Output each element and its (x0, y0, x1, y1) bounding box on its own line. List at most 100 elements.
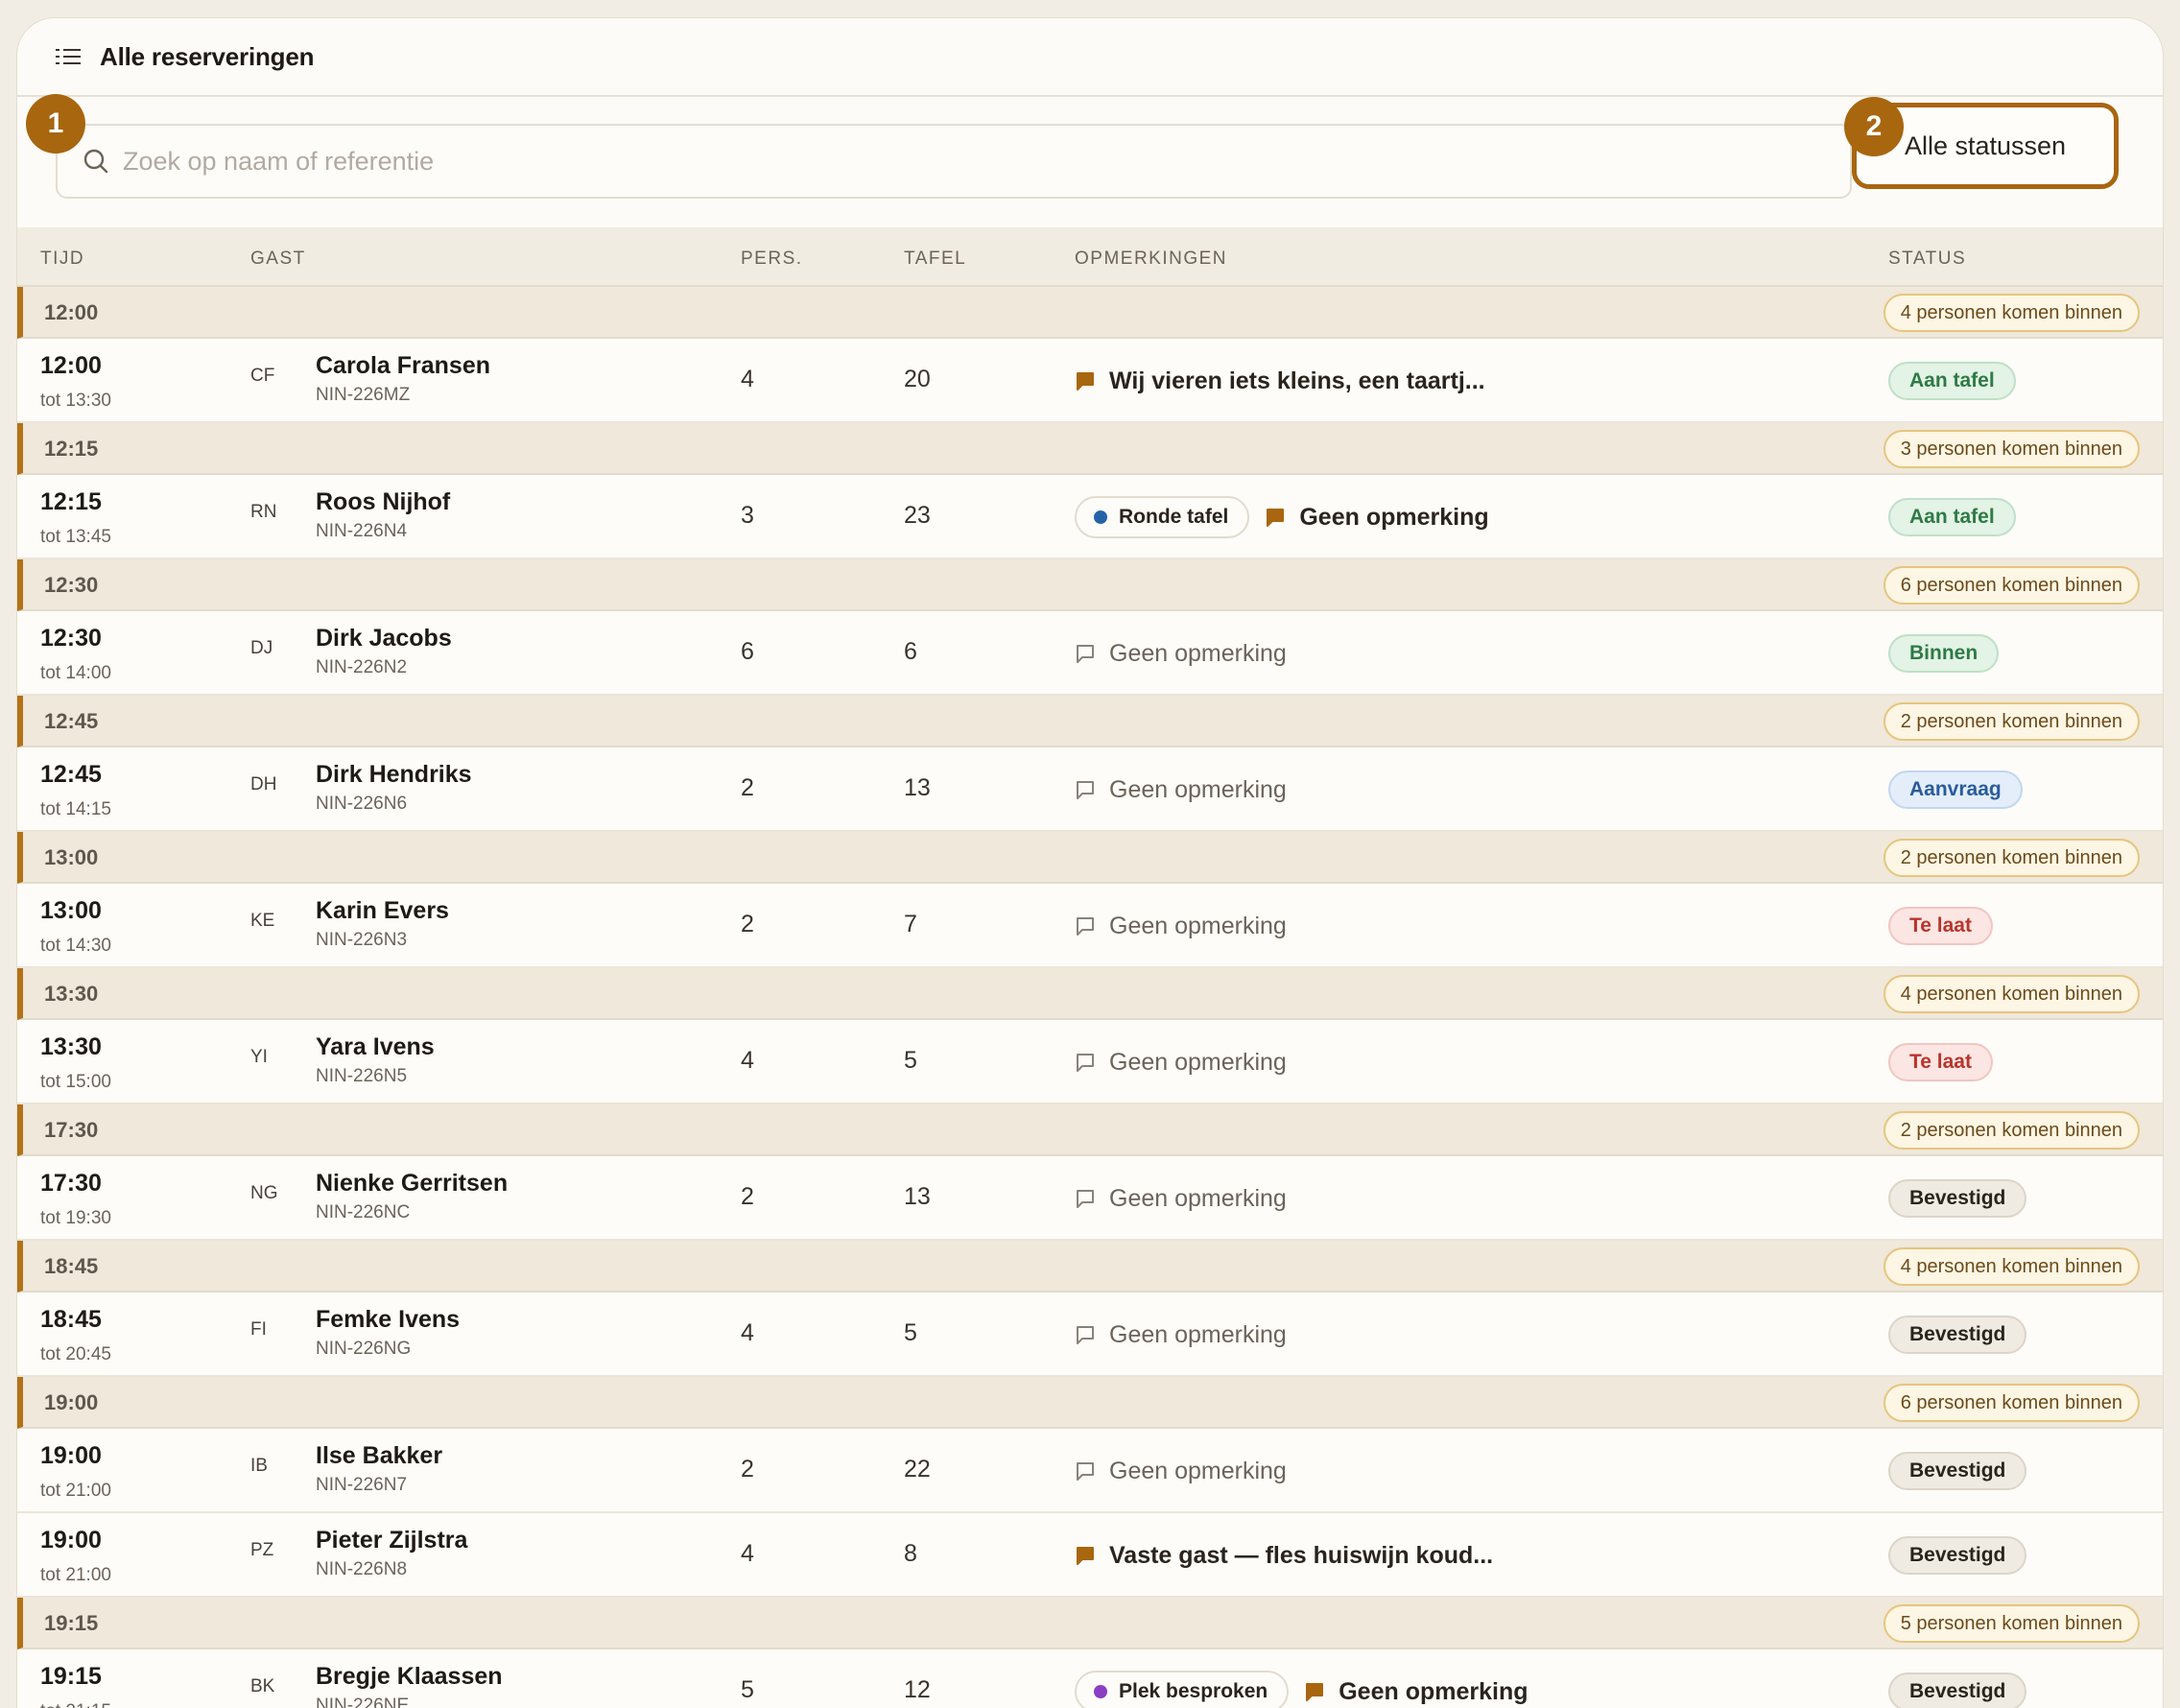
party-size: 2 (741, 774, 754, 801)
status-badge[interactable]: Bevestigd (1888, 1179, 2027, 1218)
notes-cell[interactable]: Geen opmerking (1075, 630, 1287, 676)
notes-cell[interactable]: Geen opmerking (1075, 1312, 1287, 1358)
guest-name: Karin Evers (316, 897, 449, 924)
list-icon (56, 47, 81, 66)
note-empty-icon (1075, 1052, 1096, 1073)
note-filled-icon (1075, 1545, 1096, 1566)
reservations-card: Alle reserveringen TIJD GAST PERS. TAFEL… (16, 17, 2164, 1708)
notes-cell[interactable]: Geen opmerking (1075, 903, 1287, 949)
group-time: 13:00 (44, 845, 99, 869)
column-header-status: STATUS (1888, 249, 1967, 269)
status-badge[interactable]: Aanvraag (1888, 771, 2023, 809)
column-header-guest: GAST (250, 249, 306, 269)
reservation-time: 19:00 (40, 1442, 102, 1469)
notes-cell[interactable]: Ronde tafel Geen opmerking (1075, 494, 1489, 540)
party-size: 6 (741, 638, 754, 665)
tag-dot-icon (1094, 510, 1107, 524)
guest-name: Roos Nijhof (316, 488, 451, 515)
table-row[interactable]: 12:45 tot 14:15 DH Dirk Hendriks NIN-226N6 2 1… (17, 747, 2163, 832)
table-row[interactable]: 19:00 tot 21:00 PZ Pieter Zijlstra NIN-226N8… (17, 1513, 2163, 1598)
reservation-time: 12:30 (40, 625, 102, 652)
table-row[interactable]: 12:30 tot 14:00 DJ Dirk Jacobs NIN-226N2 6 6 Ge… (17, 611, 2163, 696)
notes-cell[interactable]: Geen opmerking (1075, 1448, 1287, 1494)
reservation-end-time: tot 14:30 (40, 936, 111, 956)
guest-name: Femke Ivens (316, 1306, 461, 1333)
table-number: 20 (904, 366, 931, 392)
guest-name: Bregje Klaassen (316, 1663, 503, 1690)
group-time: 19:00 (44, 1390, 99, 1414)
group-time: 12:45 (44, 709, 99, 733)
note-text: Geen opmerking (1109, 1048, 1287, 1076)
notes-cell[interactable]: Vaste gast — fles huiswijn koud... (1075, 1532, 1493, 1578)
status-badge[interactable]: Aan tafel (1888, 362, 2016, 400)
table-row[interactable]: 12:15 tot 13:45 RN Roos Nijhof NIN-226N4 3 23 R… (17, 475, 2163, 559)
table-number: 22 (904, 1456, 931, 1483)
reservation-end-time: tot 13:30 (40, 391, 111, 411)
time-group-header: 18:45 4 personen komen binnen (17, 1241, 2163, 1293)
reservation-reference: NIN-226N3 (316, 930, 408, 950)
table-row[interactable]: 13:30 tot 15:00 YI Yara Ivens NIN-226N5 4 5 Gee… (17, 1020, 2163, 1104)
table-row[interactable]: 17:30 tot 19:30 NG Nienke Gerritsen NIN-226N… (17, 1156, 2163, 1241)
time-group-header: 19:00 6 personen komen binnen (17, 1377, 2163, 1429)
group-count-badge: 2 personen komen binnen (1883, 839, 2140, 877)
time-group-header: 12:00 4 personen komen binnen (17, 287, 2163, 339)
notes-cell[interactable]: Geen opmerking (1075, 1175, 1287, 1222)
time-group-header: 19:15 5 personen komen binnen (17, 1598, 2163, 1649)
reservation-time: 12:00 (40, 352, 102, 379)
guest-name: Carola Fransen (316, 352, 491, 379)
status-badge[interactable]: Aan tafel (1888, 498, 2016, 536)
party-size: 2 (741, 1456, 754, 1483)
note-text: Geen opmerking (1109, 912, 1287, 939)
reservation-end-time: tot 20:45 (40, 1344, 111, 1364)
status-badge[interactable]: Bevestigd (1888, 1536, 2027, 1575)
tag-label: Plek besproken (1119, 1680, 1268, 1702)
card-header: Alle reserveringen (17, 18, 2163, 97)
page-title: Alle reserveringen (100, 41, 315, 71)
status-badge[interactable]: Bevestigd (1888, 1452, 2027, 1490)
note-text: Wij vieren iets kleins, een taartj... (1109, 367, 1485, 394)
note-text: Geen opmerking (1109, 1184, 1287, 1212)
reservation-end-time: tot 15:00 (40, 1072, 111, 1092)
group-count-badge: 5 personen komen binnen (1883, 1604, 2140, 1643)
guest-initials: IB (250, 1456, 268, 1476)
status-badge[interactable]: Bevestigd (1888, 1672, 2027, 1708)
status-badge[interactable]: Bevestigd (1888, 1316, 2027, 1354)
group-count-badge: 4 personen komen binnen (1883, 294, 2140, 332)
time-group-header: 12:30 6 personen komen binnen (17, 559, 2163, 611)
notes-cell[interactable]: Plek besproken Geen opmerking (1075, 1669, 1528, 1708)
note-empty-icon (1075, 1188, 1096, 1209)
group-count-badge: 2 personen komen binnen (1883, 702, 2140, 741)
status-badge[interactable]: Te laat (1888, 907, 1993, 945)
notes-cell[interactable]: Geen opmerking (1075, 767, 1287, 813)
table-row[interactable]: 19:00 tot 21:00 IB Ilse Bakker NIN-226N7 2 22 G… (17, 1429, 2163, 1513)
search-input[interactable] (123, 126, 1850, 197)
reservation-end-time: tot 21:15 (40, 1701, 111, 1708)
time-group-header: 13:00 2 personen komen binnen (17, 832, 2163, 884)
note-text: Vaste gast — fles huiswijn koud... (1109, 1541, 1494, 1569)
notes-cell[interactable]: Wij vieren iets kleins, een taartj... (1075, 358, 1485, 404)
status-badge[interactable]: Binnen (1888, 634, 2000, 673)
reservation-end-time: tot 13:45 (40, 527, 111, 547)
table-number: 5 (904, 1319, 917, 1346)
status-badge[interactable]: Te laat (1888, 1043, 1993, 1081)
note-empty-icon (1075, 915, 1096, 937)
reservation-time: 19:15 (40, 1663, 102, 1690)
table-number: 7 (904, 911, 917, 937)
table-row[interactable]: 13:00 tot 14:30 KE Karin Evers NIN-226N3 2 7 Ge… (17, 884, 2163, 968)
note-text: Geen opmerking (1339, 1677, 1528, 1705)
reservation-reference: NIN-226NC (316, 1202, 411, 1222)
party-size: 5 (741, 1676, 754, 1703)
table-row[interactable]: 18:45 tot 20:45 FI Femke Ivens NIN-226NG 4 5 Ge… (17, 1293, 2163, 1377)
group-count-badge: 6 personen komen binnen (1883, 566, 2140, 605)
table-number: 13 (904, 774, 931, 801)
time-group-header: 13:30 4 personen komen binnen (17, 968, 2163, 1020)
table-row[interactable]: 19:15 tot 21:15 BK Bregje Klaassen NIN-226NE… (17, 1649, 2163, 1708)
table-number: 12 (904, 1676, 931, 1703)
guest-name: Dirk Hendriks (316, 761, 472, 788)
search-icon (83, 149, 108, 174)
notes-cell[interactable]: Geen opmerking (1075, 1039, 1287, 1085)
table-row[interactable]: 12:00 tot 13:30 CF Carola Fransen NIN-226MZ 4… (17, 339, 2163, 423)
table-number: 13 (904, 1183, 931, 1210)
guest-name: Yara Ivens (316, 1033, 435, 1060)
search-box[interactable] (56, 124, 1852, 199)
